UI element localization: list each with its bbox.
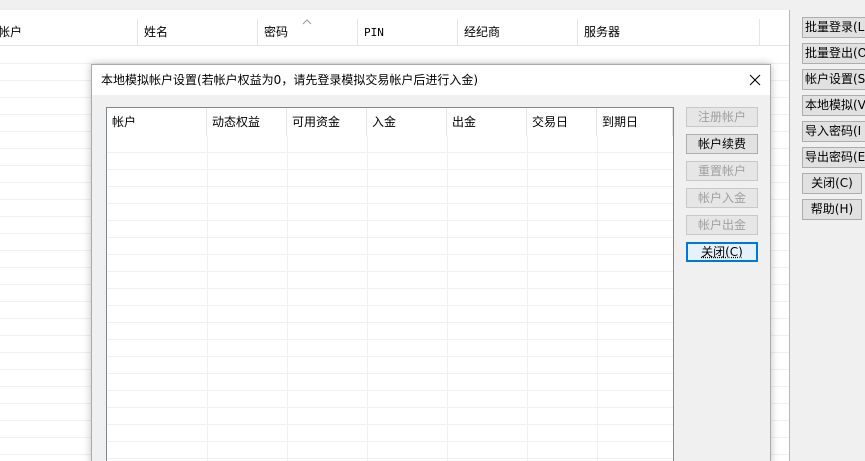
column-server[interactable]: 服务器 — [578, 19, 760, 46]
main-close-button[interactable]: 关闭(C) — [802, 173, 862, 194]
batch-login-button[interactable]: 批量登录(L — [802, 17, 865, 38]
grid-divider — [597, 136, 598, 461]
batch-logout-button[interactable]: 批量登出(O — [802, 43, 865, 64]
column-withdraw[interactable]: 出金 — [447, 108, 527, 136]
dialog-close-button[interactable] — [740, 65, 770, 95]
account-list-header: 帐户 姓名 密码 PIN 经纪商 服务器 — [0, 19, 789, 46]
register-account-button[interactable]: 注册帐户 — [686, 107, 758, 127]
close-icon — [749, 74, 761, 86]
grid-divider — [447, 136, 448, 461]
column-expiry-date[interactable]: 到期日 — [597, 108, 673, 136]
sim-account-table-body — [107, 136, 673, 461]
grid-divider — [527, 136, 528, 461]
grid-divider — [207, 136, 208, 461]
column-label: 可用资金 — [292, 115, 341, 129]
column-label: 密码 — [264, 25, 289, 39]
grid-divider — [287, 136, 288, 461]
dialog-close-action-button[interactable]: 关闭(C) — [686, 242, 758, 262]
reset-account-button[interactable]: 重置帐户 — [686, 161, 758, 181]
dialog-titlebar: 本地模拟帐户设置(若帐户权益为0，请先登录模拟交易帐户后进行入金) — [92, 65, 770, 95]
column-pin[interactable]: PIN — [358, 19, 458, 46]
top-strip — [0, 0, 865, 10]
column-label: 交易日 — [532, 115, 569, 129]
local-sim-button[interactable]: 本地模拟(V — [802, 95, 865, 116]
renew-account-button[interactable]: 帐户续费 — [686, 134, 758, 154]
import-password-button[interactable]: 导入密码(I — [802, 121, 865, 142]
column-dynamic-equity[interactable]: 动态权益 — [207, 108, 287, 136]
column-trading-day[interactable]: 交易日 — [527, 108, 597, 136]
account-settings-button[interactable]: 帐户设置(S — [802, 69, 865, 90]
grid-divider — [367, 136, 368, 461]
sort-ascending-icon — [302, 19, 312, 25]
column-label: 动态权益 — [212, 115, 261, 129]
column-broker[interactable]: 经纪商 — [458, 19, 578, 46]
column-label: 入金 — [372, 115, 397, 129]
column-account[interactable]: 帐户 — [107, 108, 207, 136]
account-withdraw-button[interactable]: 帐户出金 — [686, 215, 758, 235]
help-button[interactable]: 帮助(H) — [802, 199, 862, 220]
column-name[interactable]: 姓名 — [138, 19, 258, 46]
local-sim-account-dialog: 本地模拟帐户设置(若帐户权益为0，请先登录模拟交易帐户后进行入金) 帐户 动态权… — [91, 64, 771, 461]
sim-account-table-header: 帐户 动态权益 可用资金 入金 出金 交易日 到期日 — [107, 108, 673, 136]
account-deposit-button[interactable]: 帐户入金 — [686, 188, 758, 208]
column-label: 姓名 — [144, 25, 169, 39]
dialog-button-column: 注册帐户 帐户续费 重置帐户 帐户入金 帐户出金 关闭(C) — [686, 107, 761, 269]
column-available-funds[interactable]: 可用资金 — [287, 108, 367, 136]
column-label: 帐户 — [112, 115, 137, 129]
dialog-title: 本地模拟帐户设置(若帐户权益为0，请先登录模拟交易帐户后进行入金) — [101, 73, 479, 87]
export-password-button[interactable]: 导出密码(E — [802, 147, 865, 168]
column-label: 服务器 — [584, 25, 621, 39]
app-window: 帐户 姓名 密码 PIN 经纪商 服务器 批量登录(L 批量登出(O 帐户设置(… — [0, 0, 865, 461]
column-label: 帐户 — [0, 25, 23, 39]
column-label: 经纪商 — [464, 25, 501, 39]
side-button-column: 批量登录(L 批量登出(O 帐户设置(S 本地模拟(V 导入密码(I 导出密码(… — [802, 17, 865, 225]
button-label: 关闭(C) — [701, 245, 743, 259]
sim-account-table[interactable]: 帐户 动态权益 可用资金 入金 出金 交易日 到期日 — [106, 107, 674, 461]
column-label: 到期日 — [602, 115, 639, 129]
column-label: 出金 — [452, 115, 477, 129]
column-deposit[interactable]: 入金 — [367, 108, 447, 136]
column-account[interactable]: 帐户 — [0, 19, 138, 46]
column-label: PIN — [364, 26, 384, 39]
